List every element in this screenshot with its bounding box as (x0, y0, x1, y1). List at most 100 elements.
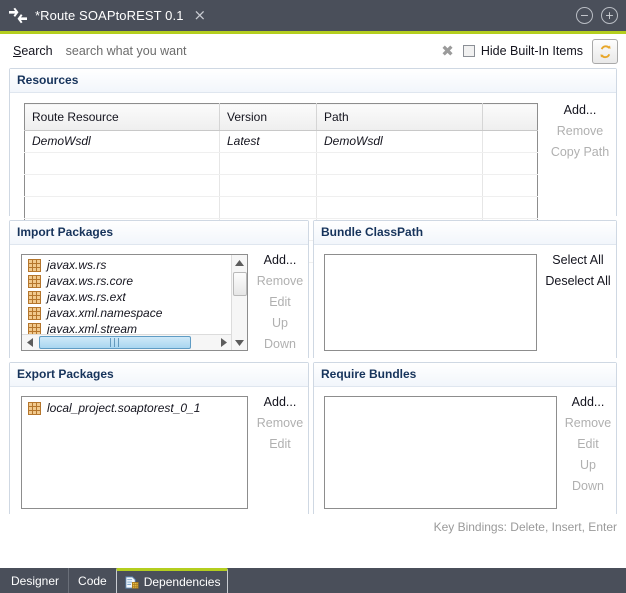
export-packages-body: local_project.soaptorest_0_1 Add... Remo… (10, 387, 308, 515)
import-packages-actions: Add... Remove Edit Up Down (254, 253, 306, 351)
section-title-require-bundles: Require Bundles (314, 363, 616, 387)
resources-add-button[interactable]: Add... (564, 103, 597, 117)
list-item-label: javax.xml.stream (47, 322, 137, 334)
window-title: *Route SOAPtoREST 0.1 (35, 8, 184, 23)
export-packages-actions: Add... Remove Edit (254, 395, 306, 451)
require-bundles-body: Add... Remove Edit Up Down (314, 387, 616, 515)
resources-actions: Add... Remove Copy Path (550, 103, 610, 159)
table-row[interactable] (25, 197, 538, 219)
close-icon[interactable]: × (194, 8, 207, 23)
require-bundles-remove-button[interactable]: Remove (565, 416, 612, 430)
dependencies-editor-window: *Route SOAPtoREST 0.1 × − + Search ✖ Hid… (0, 0, 626, 593)
vertical-scrollbar-thumb[interactable] (233, 272, 247, 296)
list-item[interactable]: javax.xml.stream (22, 321, 231, 334)
list-item[interactable]: javax.ws.rs (22, 257, 231, 273)
section-resources: Resources Route Resource Version Path (9, 68, 617, 216)
list-item[interactable]: local_project.soaptorest_0_1 (22, 400, 247, 416)
package-icon (28, 323, 41, 335)
vertical-scrollbar[interactable] (231, 255, 247, 350)
import-packages-edit-button[interactable]: Edit (269, 295, 291, 309)
maximize-button[interactable]: + (601, 7, 618, 24)
route-transform-icon (7, 5, 29, 27)
package-icon (28, 402, 41, 415)
tab-code[interactable]: Code (69, 568, 117, 593)
checkbox-box[interactable] (463, 45, 475, 57)
search-toolbar: Search ✖ Hide Built-In Items (0, 34, 626, 68)
scroll-right-icon[interactable] (216, 335, 231, 350)
scroll-up-icon[interactable] (232, 255, 247, 270)
import-packages-remove-button[interactable]: Remove (257, 274, 304, 288)
tab-dependencies[interactable]: Dependencies (116, 568, 229, 593)
bundle-classpath-deselect-all-button[interactable]: Deselect All (545, 274, 610, 288)
list-item-label: javax.ws.rs.ext (47, 290, 126, 304)
search-link[interactable]: Search (13, 44, 53, 58)
tab-dependencies-label: Dependencies (144, 575, 221, 589)
list-item[interactable]: javax.xml.namespace (22, 305, 231, 321)
tab-code-label: Code (78, 574, 107, 588)
export-packages-add-button[interactable]: Add... (264, 395, 297, 409)
import-packages-add-button[interactable]: Add... (264, 253, 297, 267)
package-icon (28, 291, 41, 304)
titlebar: *Route SOAPtoREST 0.1 × − + (0, 0, 626, 34)
resources-copy-path-button[interactable]: Copy Path (551, 145, 609, 159)
package-icon (28, 259, 41, 272)
editor-tab-bar: Designer Code Dependencies (0, 568, 626, 593)
table-header-row: Route Resource Version Path (25, 104, 538, 131)
column-header-route-resource[interactable]: Route Resource (25, 104, 220, 131)
list-item-label: javax.ws.rs.core (47, 274, 133, 288)
search-label-rest: earch (21, 44, 52, 58)
column-header-version[interactable]: Version (220, 104, 317, 131)
require-bundles-edit-button[interactable]: Edit (577, 437, 599, 451)
table-row[interactable] (25, 175, 538, 197)
require-bundles-actions: Add... Remove Edit Up Down (562, 395, 614, 493)
require-bundles-list[interactable] (324, 396, 557, 509)
horizontal-scrollbar[interactable]: ||| (22, 334, 231, 350)
require-bundles-add-button[interactable]: Add... (572, 395, 605, 409)
require-bundles-down-button[interactable]: Down (572, 479, 604, 493)
list-item-label: javax.ws.rs (47, 258, 106, 272)
section-title-bundle-classpath: Bundle ClassPath (314, 221, 616, 245)
bundle-classpath-list[interactable] (324, 254, 537, 351)
package-icon (28, 307, 41, 320)
resources-body: Route Resource Version Path DemoWsdl Lat… (10, 93, 616, 217)
list-item[interactable]: javax.ws.rs.ext (22, 289, 231, 305)
hide-builtin-items-label: Hide Built-In Items (481, 44, 583, 58)
column-header-path[interactable]: Path (317, 104, 483, 131)
scroll-down-icon[interactable] (232, 335, 247, 350)
tab-designer-label: Designer (11, 574, 59, 588)
import-packages-down-button[interactable]: Down (264, 337, 296, 351)
search-input[interactable] (66, 44, 296, 58)
import-packages-list[interactable]: javax.ws.rs javax.ws.rs.core javax.ws.rs… (21, 254, 248, 351)
export-packages-edit-button[interactable]: Edit (269, 437, 291, 451)
key-bindings-hint: Key Bindings: Delete, Insert, Enter (434, 520, 617, 534)
column-header-blank[interactable] (483, 104, 538, 131)
table-row[interactable] (25, 153, 538, 175)
bundle-classpath-body: Select All Deselect All (314, 245, 616, 359)
section-title-import-packages: Import Packages (10, 221, 308, 245)
table-row[interactable]: DemoWsdl Latest DemoWsdl (25, 131, 538, 153)
export-packages-list[interactable]: local_project.soaptorest_0_1 (21, 396, 248, 509)
cell-route-resource: DemoWsdl (25, 131, 220, 153)
list-item-label: javax.xml.namespace (47, 306, 162, 320)
import-packages-up-button[interactable]: Up (272, 316, 288, 330)
hide-builtin-items-checkbox[interactable]: Hide Built-In Items (463, 44, 583, 58)
scrollbar-grip-icon: ||| (109, 338, 121, 348)
require-bundles-up-button[interactable]: Up (580, 458, 596, 472)
cell-version: Latest (220, 131, 317, 153)
export-packages-remove-button[interactable]: Remove (257, 416, 304, 430)
minimize-button[interactable]: − (576, 7, 593, 24)
scroll-left-icon[interactable] (22, 335, 37, 350)
cell-path: DemoWsdl (317, 131, 483, 153)
section-bundle-classpath: Bundle ClassPath Select All Deselect All (313, 220, 617, 358)
section-title-export-packages: Export Packages (10, 363, 308, 387)
clear-search-icon[interactable]: ✖ (441, 44, 454, 59)
list-item[interactable]: javax.ws.rs.core (22, 273, 231, 289)
list-item-label: local_project.soaptorest_0_1 (47, 401, 200, 415)
horizontal-scrollbar-thumb[interactable]: ||| (39, 336, 191, 349)
resources-remove-button[interactable]: Remove (557, 124, 604, 138)
dependencies-icon (124, 575, 139, 590)
refresh-button[interactable] (592, 39, 618, 64)
section-export-packages: Export Packages local_project.soaptorest… (9, 362, 309, 514)
tab-designer[interactable]: Designer (2, 568, 69, 593)
bundle-classpath-select-all-button[interactable]: Select All (552, 253, 603, 267)
